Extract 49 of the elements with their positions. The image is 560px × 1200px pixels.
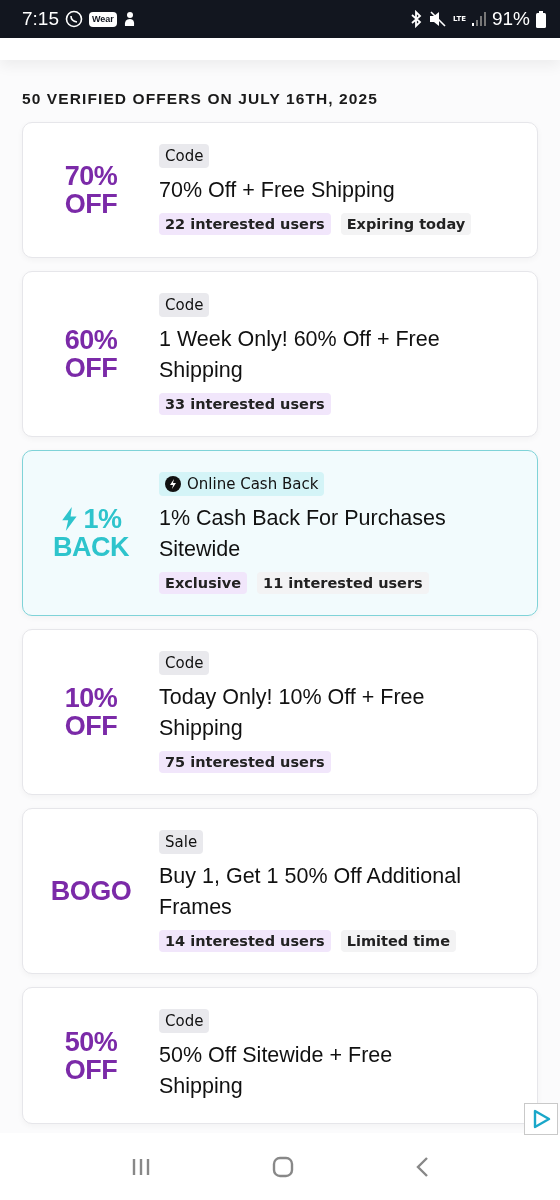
lightning-icon xyxy=(165,476,181,492)
signal-icon xyxy=(471,12,486,26)
offer-tag: Limited time xyxy=(340,930,456,952)
offer-type-tag: Code xyxy=(159,144,210,168)
offer-card[interactable]: 60% OFF Code 1 Week Only! 60% Off + Free Shipping 33 interested users xyxy=(22,271,538,437)
offer-title: 1 Week Only! 60% Off + Free Shipping xyxy=(159,326,441,384)
offer-tag: 14 interested users xyxy=(159,930,331,952)
battery-icon xyxy=(536,10,546,28)
home-icon[interactable] xyxy=(272,1155,294,1178)
offer-card[interactable]: 1% BACK Online Cash Back 1% Cash Back For Purchases Sitewide Exclusive 11 interested users xyxy=(22,450,538,616)
recent-apps-icon[interactable] xyxy=(130,1157,151,1176)
offer-title: 50% Off Sitewide + Free Shipping xyxy=(159,1042,394,1100)
offer-type-tag: Online Cash Back xyxy=(159,472,325,496)
offer-title: Today Only! 10% Off + Free Shipping xyxy=(159,684,426,742)
offer-value: 10% OFF xyxy=(64,684,118,740)
chat-bubble-icon xyxy=(65,10,83,28)
offer-tag: 11 interested users xyxy=(257,572,429,594)
offer-value: 50% OFF xyxy=(64,1027,118,1084)
play-icon xyxy=(531,1109,551,1129)
offer-title: 70% Off + Free Shipping xyxy=(159,177,395,204)
wear-app-icon: Wear xyxy=(89,11,117,27)
bluetooth-icon xyxy=(409,10,424,28)
offer-type-tag: Code xyxy=(159,293,210,317)
offer-value: 60% OFF xyxy=(64,326,118,382)
offer-tag: 22 interested users xyxy=(159,213,331,235)
muted-speaker-icon xyxy=(429,11,448,27)
offer-type-tag: Code xyxy=(159,651,210,675)
back-icon[interactable] xyxy=(415,1155,430,1178)
offer-tag: Exclusive xyxy=(159,572,248,594)
offer-tag: 75 interested users xyxy=(159,751,331,773)
offer-type-tag: Code xyxy=(159,1009,210,1033)
battery-percent: 91% xyxy=(491,8,530,30)
lightning-icon xyxy=(60,507,78,531)
offer-value: 1% BACK xyxy=(53,505,129,561)
figure-icon xyxy=(122,11,136,27)
clock-time: 7:15 xyxy=(22,8,59,30)
ad-choices-button[interactable] xyxy=(524,1103,558,1135)
offer-card[interactable]: 10% OFF Code Today Only! 10% Off + Free Shipping 75 interested users xyxy=(22,629,538,795)
offer-tag: Expiring today xyxy=(340,213,472,235)
offer-value: 70% OFF xyxy=(64,162,118,218)
offer-title: 1% Cash Back For Purchases Sitewide xyxy=(159,505,447,563)
offer-card[interactable]: 50% OFF Code 50% Off Sitewide + Free Shipping xyxy=(22,987,538,1124)
offer-tag: 33 interested users xyxy=(159,393,331,415)
offers-heading: 50 VERIFIED OFFERS ON JULY 16TH, 2025 xyxy=(22,90,379,108)
offer-value: BOGO xyxy=(50,877,132,905)
offer-type-tag: Sale xyxy=(159,830,204,854)
offer-card[interactable]: 70% OFF Code 70% Off + Free Shipping 22 interested users Expiring today xyxy=(22,122,538,258)
offer-title: Buy 1, Get 1 50% Off Additional Frames xyxy=(159,863,462,921)
offer-card[interactable]: BOGO Sale Buy 1, Get 1 50% Off Additional Frames 14 interested users Limited time xyxy=(22,808,538,974)
